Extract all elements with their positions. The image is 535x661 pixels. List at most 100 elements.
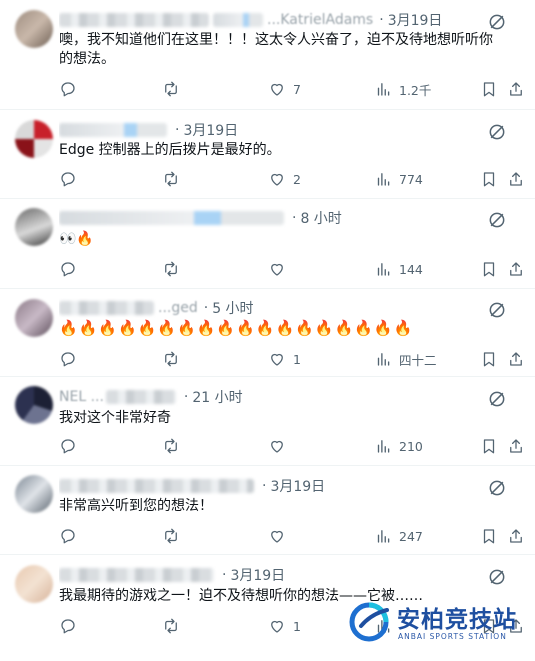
display-name[interactable]: [59, 479, 254, 493]
grok-icon[interactable]: [487, 210, 507, 230]
tweet-actions: 144: [59, 258, 525, 280]
like-button[interactable]: [268, 258, 293, 280]
grok-icon[interactable]: [487, 478, 507, 498]
bookmark-button[interactable]: [480, 258, 498, 280]
avatar[interactable]: [15, 475, 53, 513]
avatar[interactable]: [15, 299, 53, 337]
display-name[interactable]: [59, 123, 167, 137]
retweet-button[interactable]: [162, 525, 187, 547]
views-count: 144: [399, 261, 423, 277]
share-button[interactable]: [507, 78, 525, 100]
bookmark-button[interactable]: [480, 168, 498, 190]
bookmark-button[interactable]: [480, 348, 498, 370]
reply-button[interactable]: [59, 258, 84, 280]
tweet-header: · 3月19日: [59, 476, 479, 496]
retweet-button[interactable]: [162, 168, 187, 190]
bookmark-button[interactable]: [480, 435, 498, 457]
display-name[interactable]: [59, 13, 209, 27]
views-button[interactable]: 247: [374, 525, 423, 547]
share-button[interactable]: [507, 348, 525, 370]
timestamp[interactable]: 21 小时: [192, 387, 242, 407]
handle[interactable]: ...KatrielAdams: [267, 12, 373, 28]
reply-button[interactable]: [59, 525, 84, 547]
likes-count: 7: [293, 81, 301, 97]
timestamp[interactable]: 3月19日: [230, 565, 285, 585]
share-button[interactable]: [507, 435, 525, 457]
verified-badge: [213, 13, 263, 27]
views-count: 四十二: [399, 352, 437, 368]
bookmark-button[interactable]: [480, 78, 498, 100]
retweet-button[interactable]: [162, 615, 187, 637]
reply-button[interactable]: [59, 615, 84, 637]
views-button[interactable]: 774: [374, 168, 423, 190]
retweet-icon: [162, 437, 180, 455]
tweet[interactable]: · 3月19日 非常高兴听到您的想法！ 247: [0, 466, 535, 555]
bookmark-button[interactable]: [480, 525, 498, 547]
avatar[interactable]: [15, 10, 53, 48]
retweet-icon: [162, 617, 180, 635]
reply-button[interactable]: [59, 348, 84, 370]
grok-icon[interactable]: [487, 122, 507, 142]
retweet-button[interactable]: [162, 348, 187, 370]
reply-button[interactable]: [59, 435, 84, 457]
tweet-header: · 8 小时: [59, 208, 479, 228]
analytics-icon: [374, 80, 392, 98]
avatar[interactable]: [15, 120, 53, 158]
display-name[interactable]: [105, 390, 176, 404]
avatar[interactable]: [15, 386, 53, 424]
bookmark-icon: [480, 437, 498, 455]
tweet-actions: 210: [59, 435, 525, 457]
views-button[interactable]: 1.2千: [374, 78, 431, 100]
like-button[interactable]: 7: [268, 78, 301, 100]
like-button[interactable]: 1: [268, 348, 301, 370]
timestamp[interactable]: 5 小时: [212, 298, 253, 318]
like-button[interactable]: 1: [268, 615, 301, 637]
tweet-actions: 247: [59, 525, 525, 547]
timestamp[interactable]: 8 小时: [300, 208, 341, 228]
handle[interactable]: NEL ...: [59, 389, 104, 405]
grok-icon[interactable]: [487, 300, 507, 320]
share-button[interactable]: [507, 168, 525, 190]
analytics-icon: [374, 437, 392, 455]
tweet-actions: 1 四十二: [59, 348, 525, 370]
watermark-title: 安柏竞技站: [397, 607, 517, 633]
reply-button[interactable]: [59, 168, 84, 190]
views-button[interactable]: 210: [374, 435, 423, 457]
display-name[interactable]: [59, 568, 214, 582]
display-name[interactable]: [59, 301, 154, 315]
like-button[interactable]: [268, 525, 293, 547]
bookmark-icon: [480, 350, 498, 368]
share-button[interactable]: [507, 258, 525, 280]
like-button[interactable]: 2: [268, 168, 301, 190]
grok-icon[interactable]: [487, 567, 507, 587]
retweet-button[interactable]: [162, 78, 187, 100]
timestamp[interactable]: 3月19日: [183, 120, 238, 140]
avatar[interactable]: [15, 208, 53, 246]
share-button[interactable]: [507, 525, 525, 547]
grok-icon[interactable]: [487, 389, 507, 409]
tweet[interactable]: · 3月19日 Edge 控制器上的后拨片是最好的。 2 774: [0, 110, 535, 199]
display-name[interactable]: [59, 211, 284, 225]
reply-button[interactable]: [59, 78, 84, 100]
retweet-button[interactable]: [162, 258, 187, 280]
retweet-button[interactable]: [162, 435, 187, 457]
tweet[interactable]: ...KatrielAdams · 3月19日 噢，我不知道他们在这里！！！这太…: [0, 0, 535, 110]
tweet[interactable]: ...ged · 5 小时 🔥🔥🔥🔥🔥🔥🔥🔥🔥🔥🔥🔥🔥🔥🔥🔥🔥🔥 1 四十二: [0, 289, 535, 377]
reply-icon: [59, 170, 77, 188]
grok-icon[interactable]: [487, 12, 507, 32]
share-icon: [507, 437, 525, 455]
tweet[interactable]: · 8 小时 👀🔥 144: [0, 199, 535, 289]
timestamp[interactable]: 3月19日: [388, 10, 443, 30]
retweet-icon: [162, 527, 180, 545]
tweet[interactable]: NEL ... · 21 小时 我对这个非常好奇 210: [0, 377, 535, 466]
views-count: 210: [399, 438, 423, 454]
tweet-actions: 7 1.2千: [59, 78, 525, 100]
watermark: 安柏竞技站 ANBAI SPORTS STATION: [345, 592, 535, 651]
timestamp[interactable]: 3月19日: [270, 476, 325, 496]
avatar[interactable]: [15, 565, 53, 603]
views-button[interactable]: 四十二: [374, 348, 437, 370]
views-button[interactable]: 144: [374, 258, 423, 280]
like-button[interactable]: [268, 435, 293, 457]
analytics-icon: [374, 527, 392, 545]
handle[interactable]: ...ged: [158, 300, 198, 316]
